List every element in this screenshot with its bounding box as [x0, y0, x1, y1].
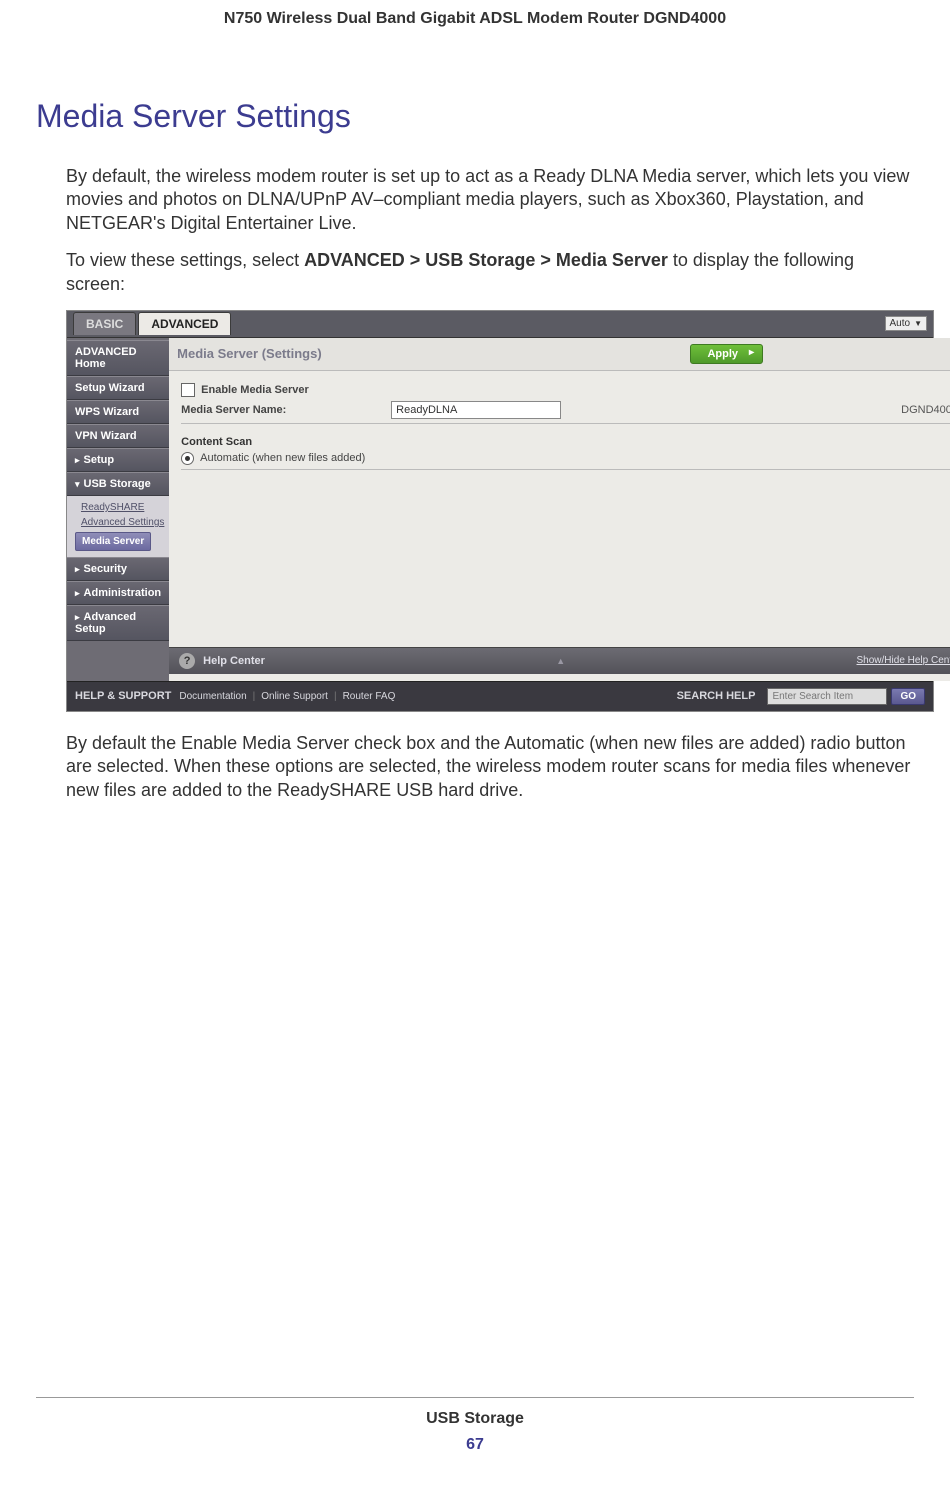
panel-content: Enable Media Server Media Server Name: R… [169, 371, 950, 647]
help-center-label: Help Center [203, 655, 265, 667]
sidebar-sub-advanced-settings[interactable]: Advanced Settings [81, 515, 169, 530]
sidebar-item-usb-storage-label: USB Storage [84, 478, 151, 490]
paragraph-intro: By default, the wireless modem router is… [36, 165, 914, 235]
help-center-bar: ? Help Center ▲ Show/Hide Help Center [169, 647, 950, 674]
page-header-title: N750 Wireless Dual Band Gigabit ADSL Mod… [36, 10, 914, 28]
sidebar-item-wps-wizard[interactable]: WPS Wizard [67, 400, 169, 424]
divider-icon: | [253, 691, 256, 702]
search-help-label: SEARCH HELP [677, 690, 756, 702]
help-support-label: HELP & SUPPORT [75, 690, 171, 702]
search-help-input[interactable]: Enter Search Item [767, 688, 887, 705]
show-hide-help-link[interactable]: Show/Hide Help Center [857, 655, 950, 666]
footer-link-documentation[interactable]: Documentation [179, 691, 246, 702]
divider-icon: | [334, 691, 337, 702]
sidebar-item-security-label: Security [84, 563, 127, 575]
chevron-down-icon: ▾ [75, 479, 80, 489]
go-button[interactable]: GO [891, 688, 925, 705]
paragraph-nav: To view these settings, select ADVANCED … [36, 249, 914, 296]
panel-title: Media Server (Settings) [177, 346, 322, 361]
enable-media-server-label: Enable Media Server [201, 384, 309, 396]
paragraph-nav-path: ADVANCED > USB Storage > Media Server [304, 250, 668, 270]
chevron-right-icon: ▸ [75, 564, 80, 574]
sidebar-item-setup-label: Setup [84, 454, 115, 466]
main-panel: Media Server (Settings) Apply Enable Med… [169, 338, 950, 681]
chevron-right-icon: ▸ [75, 588, 80, 598]
media-server-name-label: Media Server Name: [181, 404, 331, 416]
sidebar-sub-readyshare[interactable]: ReadySHARE [81, 500, 169, 515]
sidebar-item-security[interactable]: ▸ Security [67, 557, 169, 581]
automatic-scan-radio[interactable] [181, 452, 194, 465]
sidebar-item-advanced-setup[interactable]: ▸Advanced Setup [67, 605, 169, 641]
footer-link-router-faq[interactable]: Router FAQ [343, 691, 396, 702]
divider [181, 469, 950, 470]
chevron-down-icon: ▼ [914, 319, 922, 328]
scan-option-row: Automatic (when new files added) [181, 452, 950, 465]
model-label: DGND4000 [901, 404, 950, 416]
sidebar-item-setup-wizard[interactable]: Setup Wizard [67, 376, 169, 400]
panel-titlebar: Media Server (Settings) Apply [169, 338, 950, 371]
router-ui-screenshot: BASIC ADVANCED Auto ▼ ADVANCED Home Setu… [66, 310, 934, 712]
sidebar-item-advanced-home[interactable]: ADVANCED Home [67, 340, 169, 376]
sidebar: ADVANCED Home Setup Wizard WPS Wizard VP… [67, 338, 169, 681]
chevron-right-icon: ▸ [75, 612, 80, 622]
collapse-arrow-icon[interactable]: ▲ [265, 656, 857, 666]
name-row: Media Server Name: ReadyDLNA DGND4000 [181, 401, 950, 419]
footer-page-number: 67 [0, 1436, 950, 1454]
paragraph-default-options: By default the Enable Media Server check… [36, 732, 914, 802]
footer-section-label: USB Storage [0, 1410, 950, 1428]
page-footer: USB Storage 67 [0, 1397, 950, 1454]
sidebar-item-vpn-wizard[interactable]: VPN Wizard [67, 424, 169, 448]
sidebar-item-administration-label: Administration [84, 587, 162, 599]
sidebar-item-administration[interactable]: ▸ Administration [67, 581, 169, 605]
apply-button[interactable]: Apply [690, 344, 763, 364]
enable-media-server-checkbox[interactable] [181, 383, 195, 397]
help-icon[interactable]: ? [179, 653, 195, 669]
paragraph-nav-pre: To view these settings, select [66, 250, 304, 270]
footer-bar: HELP & SUPPORT Documentation | Online Su… [67, 681, 933, 711]
tab-bar: BASIC ADVANCED Auto ▼ [67, 311, 933, 338]
sidebar-subgroup-usb: ReadySHARE Advanced Settings Media Serve… [67, 496, 169, 557]
sidebar-sub-media-server[interactable]: Media Server [75, 532, 151, 551]
tab-basic[interactable]: BASIC [73, 312, 136, 335]
sidebar-item-advanced-setup-label: Advanced Setup [75, 611, 136, 635]
content-scan-heading: Content Scan [181, 436, 950, 448]
section-heading: Media Server Settings [36, 98, 914, 135]
chevron-right-icon: ▸ [75, 455, 80, 465]
divider [181, 423, 950, 424]
footer-link-online-support[interactable]: Online Support [261, 691, 328, 702]
language-select[interactable]: Auto ▼ [885, 316, 928, 331]
sidebar-item-setup[interactable]: ▸ Setup [67, 448, 169, 472]
automatic-scan-label: Automatic (when new files added) [200, 452, 365, 464]
media-server-name-input[interactable]: ReadyDLNA [391, 401, 561, 419]
language-label: Auto [890, 318, 911, 329]
sidebar-item-usb-storage[interactable]: ▾ USB Storage [67, 472, 169, 496]
enable-row: Enable Media Server [181, 383, 950, 397]
tab-advanced[interactable]: ADVANCED [138, 312, 231, 335]
